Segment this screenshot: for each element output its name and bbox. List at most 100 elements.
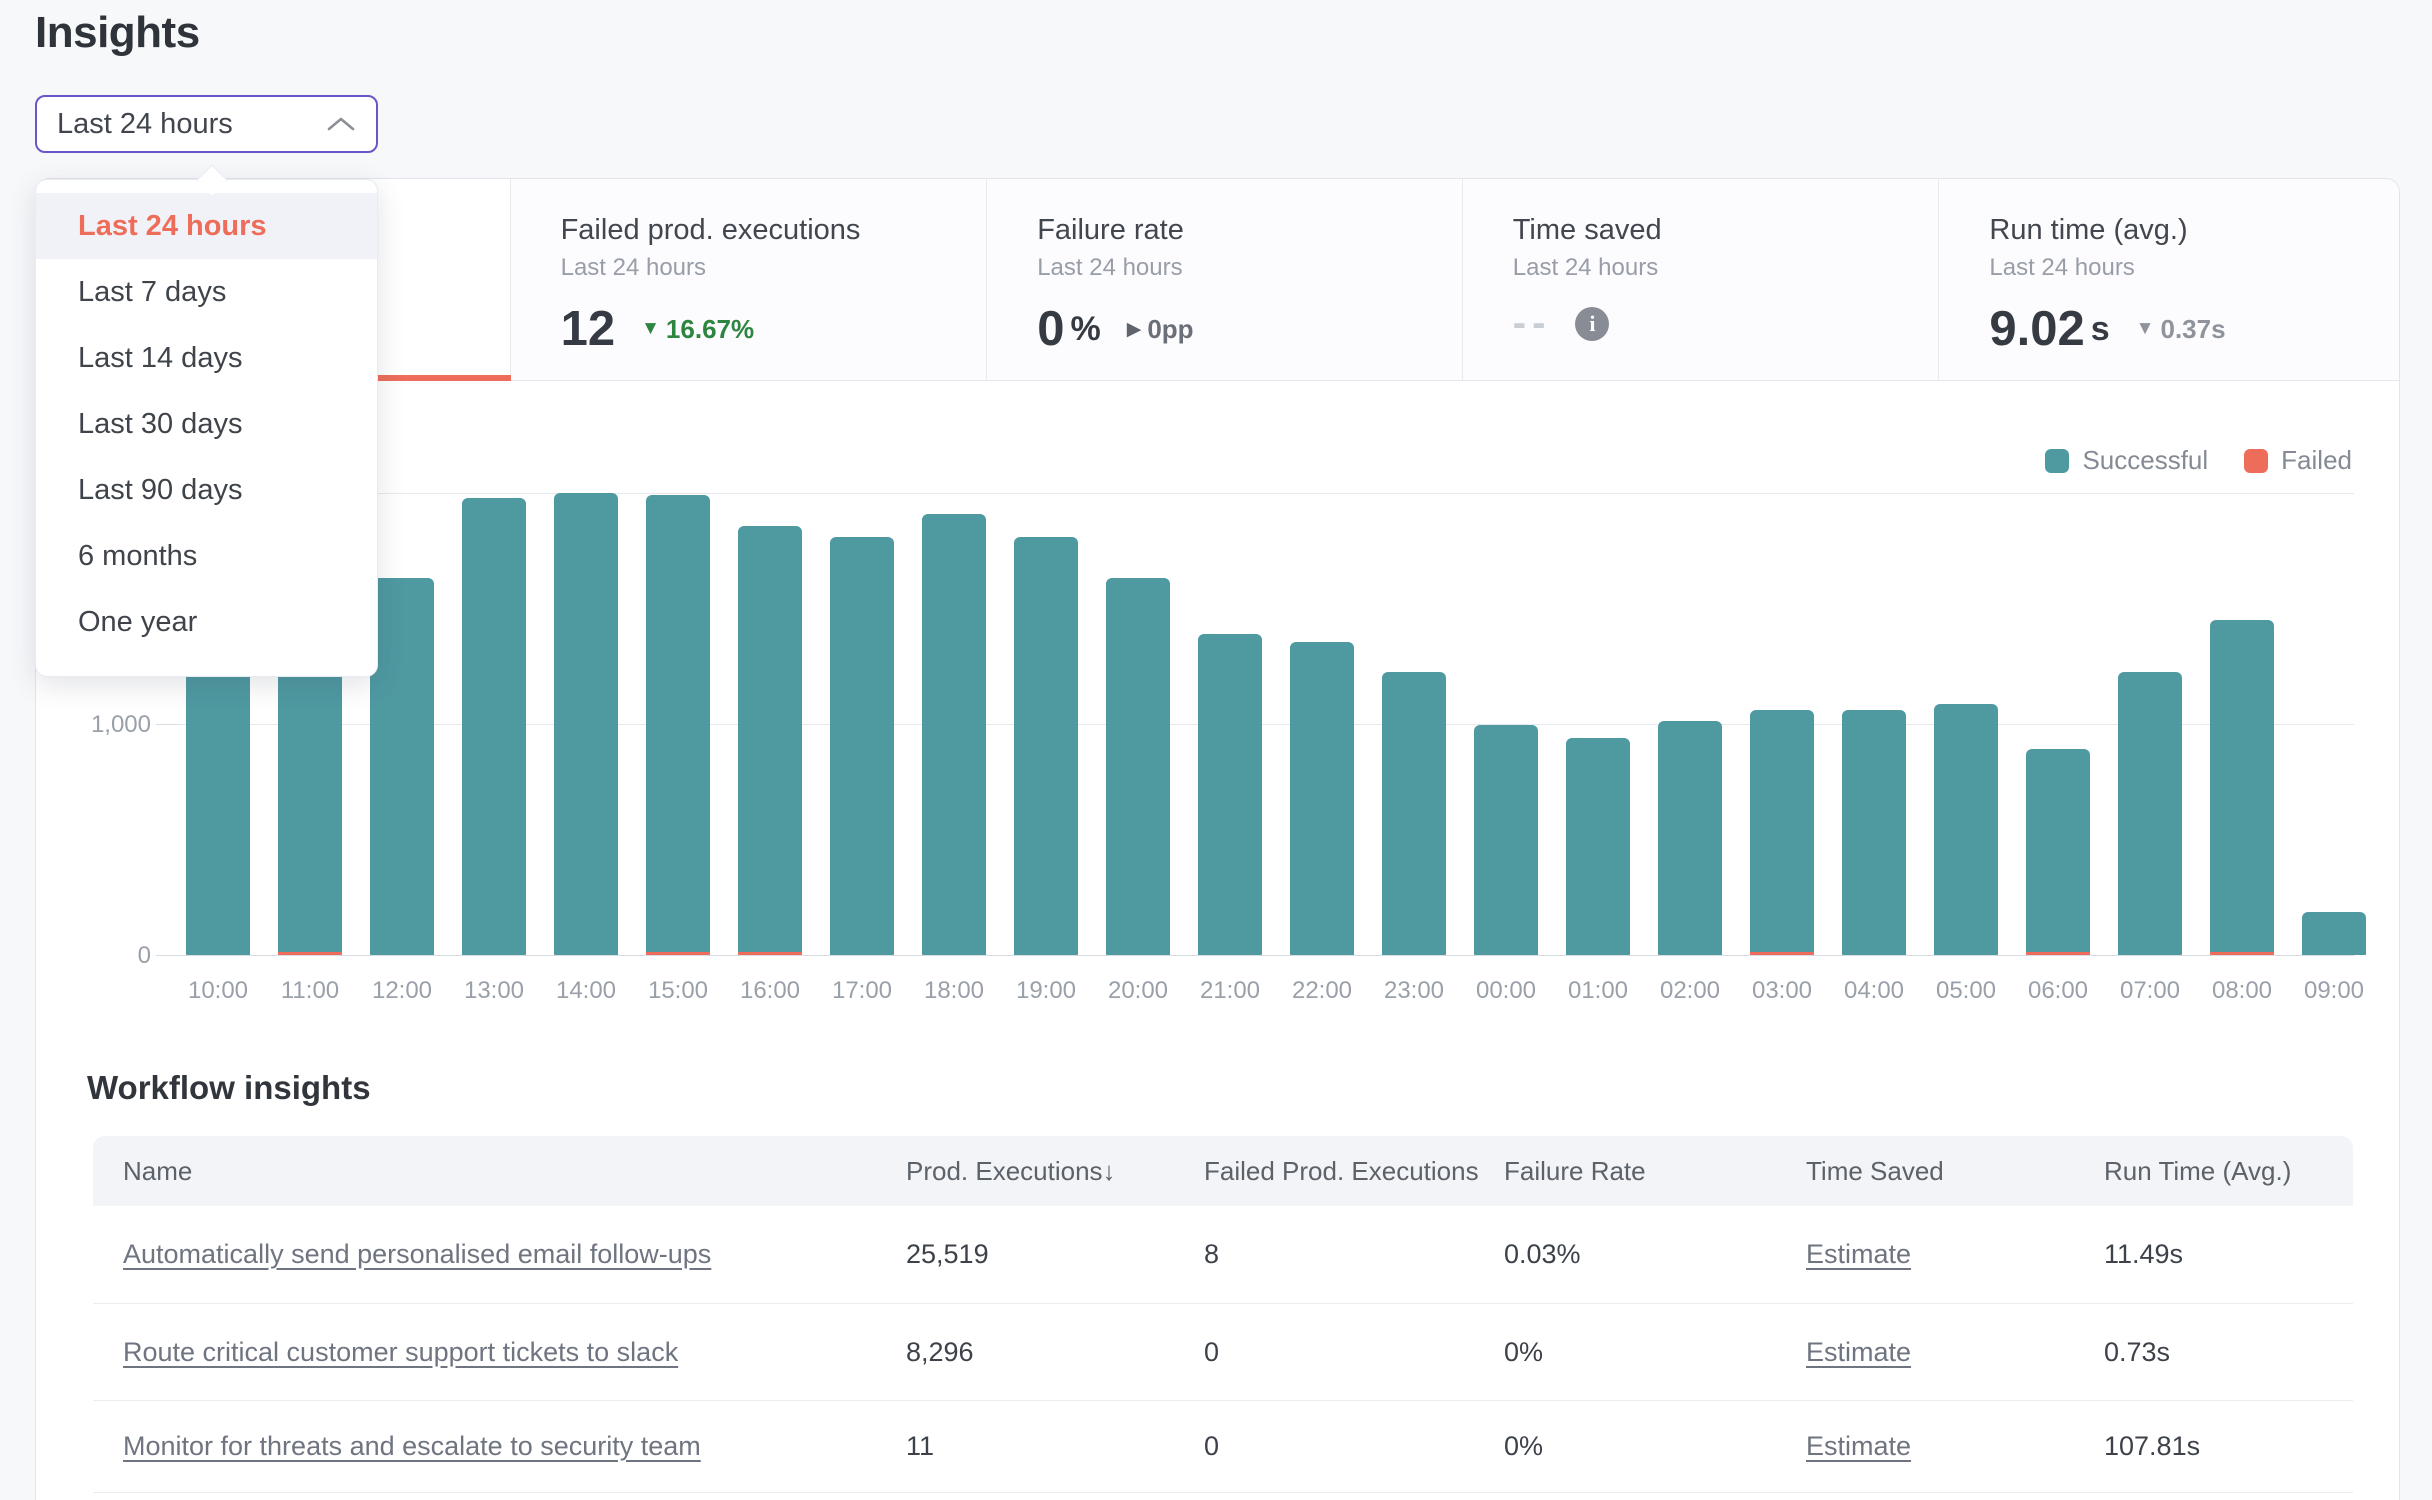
x-axis-label: 04:00 [1844, 977, 1904, 1005]
estimate-link[interactable]: Estimate [1806, 1239, 1911, 1269]
summary-tabs: Failed prod. executionsLast 24 hours12▼1… [36, 179, 2399, 381]
summary-tab-subtitle: Last 24 hours [1037, 251, 1462, 285]
chart-bar[interactable] [1106, 578, 1170, 955]
x-axis-label: 15:00 [648, 977, 708, 1005]
legend-swatch [2244, 449, 2268, 473]
cell-name: Automatically send personalised email fo… [123, 1239, 711, 1270]
chart-bar-failed-segment [278, 952, 342, 955]
cell-time-saved: Estimate [1806, 1239, 1911, 1270]
chart-bar[interactable] [1014, 537, 1078, 955]
workflow-link[interactable]: Automatically send personalised email fo… [123, 1239, 711, 1269]
legend-item-failed[interactable]: Failed [2244, 445, 2352, 476]
time-range-select[interactable]: Last 24 hours [35, 95, 378, 153]
chart-bar[interactable] [462, 498, 526, 955]
column-header-time-saved[interactable]: Time Saved [1806, 1156, 1944, 1187]
chart-bar[interactable] [2026, 749, 2090, 955]
workflow-link[interactable]: Monitor for threats and escalate to secu… [123, 1431, 701, 1461]
x-axis-label: 18:00 [924, 977, 984, 1005]
chart-bar[interactable] [922, 514, 986, 955]
menu-item-last-90-days[interactable]: Last 90 days [36, 457, 377, 523]
summary-tab-run-time-avg[interactable]: Run time (avg.)Last 24 hours9.02s▼0.37s [1939, 179, 2399, 380]
cell-failed-prod-executions: 0 [1204, 1431, 1219, 1462]
cell-failure-rate: 0.03% [1504, 1239, 1581, 1270]
chart-bar[interactable] [1842, 710, 1906, 955]
chart-legend: Successful Failed [2045, 445, 2352, 476]
estimate-link[interactable]: Estimate [1806, 1431, 1911, 1461]
chart-bar[interactable] [370, 578, 434, 955]
chart-bar[interactable] [2118, 672, 2182, 955]
x-axis-label: 21:00 [1200, 977, 1260, 1005]
chart-bar[interactable] [1750, 710, 1814, 955]
summary-tab-subtitle: Last 24 hours [561, 251, 987, 285]
gridline [158, 955, 2354, 956]
x-axis-label: 10:00 [188, 977, 248, 1005]
summary-tab-subtitle: Last 24 hours [1989, 251, 2399, 285]
summary-tab-title: Run time (avg.) [1989, 209, 2399, 251]
summary-tab-value: 9.02 [1989, 301, 2084, 357]
chart-bar[interactable] [1382, 672, 1446, 955]
x-axis-label: 01:00 [1568, 977, 1628, 1005]
legend-label: Successful [2082, 445, 2208, 476]
x-axis-label: 19:00 [1016, 977, 1076, 1005]
chart-bar[interactable] [1290, 642, 1354, 955]
table-row: Automatically send personalised email fo… [93, 1206, 2353, 1304]
cell-failure-rate: 0% [1504, 1431, 1543, 1462]
menu-item-6-months[interactable]: 6 months [36, 523, 377, 589]
chart-bar-failed-segment [2210, 952, 2274, 955]
cell-prod-executions: 8,296 [906, 1337, 974, 1368]
summary-tab-title: Failure rate [1037, 209, 1462, 251]
workflow-insights-table: Name Prod. Executions↓ Failed Prod. Execut… [93, 1136, 2353, 1493]
summary-tab-delta: ▶0pp [1127, 314, 1194, 345]
y-axis-label: 1,000 [91, 711, 151, 739]
chart-bar[interactable] [1658, 721, 1722, 955]
chart-bar[interactable] [2302, 912, 2366, 955]
summary-tab-time-saved[interactable]: Time savedLast 24 hours--i [1463, 179, 1940, 380]
chart-bar[interactable] [1198, 634, 1262, 955]
chart-bar[interactable] [830, 537, 894, 955]
cell-failed-prod-executions: 8 [1204, 1239, 1219, 1270]
x-axis-label: 00:00 [1476, 977, 1536, 1005]
gridline [158, 493, 2354, 494]
triangle-down-icon: ▼ [641, 318, 660, 340]
column-header-failed-prod-executions[interactable]: Failed Prod. Executions [1204, 1156, 1479, 1187]
summary-tab-failed-prod-executions[interactable]: Failed prod. executionsLast 24 hours 12 ▼ 1… [511, 179, 988, 380]
x-axis-label: 12:00 [372, 977, 432, 1005]
chart-bar[interactable] [1934, 704, 1998, 955]
chart-bar-failed-segment [2026, 952, 2090, 955]
summary-tab-delta: ▼ 16.67% [641, 314, 754, 345]
estimate-link[interactable]: Estimate [1806, 1337, 1911, 1367]
x-axis-label: 09:00 [2304, 977, 2364, 1005]
workflow-link[interactable]: Route critical customer support tickets … [123, 1337, 678, 1367]
menu-item-last-24-hours[interactable]: Last 24 hours [36, 193, 377, 259]
summary-tab-value: 12 [561, 301, 616, 357]
chart-bar[interactable] [554, 493, 618, 955]
chart-bar[interactable] [1566, 738, 1630, 955]
x-axis-label: 08:00 [2212, 977, 2272, 1005]
x-axis-label: 11:00 [281, 977, 339, 1005]
info-icon[interactable]: i [1575, 307, 1609, 341]
column-header-failure-rate[interactable]: Failure Rate [1504, 1156, 1646, 1187]
legend-item-successful[interactable]: Successful [2045, 445, 2208, 476]
x-axis-label: 14:00 [556, 977, 616, 1005]
x-axis-label: 05:00 [1936, 977, 1996, 1005]
x-axis-label: 07:00 [2120, 977, 2180, 1005]
y-axis-tick [156, 955, 179, 956]
summary-tab-value-unit: % [1070, 310, 1100, 349]
chart-bar[interactable] [738, 526, 802, 955]
cell-run-time: 107.81s [2104, 1431, 2200, 1462]
summary-tab-title: Failed prod. executions [561, 209, 987, 251]
chart-bar[interactable] [1474, 725, 1538, 955]
menu-item-last-7-days[interactable]: Last 7 days [36, 259, 377, 325]
column-header-prod-executions[interactable]: Prod. Executions↓ [906, 1156, 1116, 1187]
menu-item-last-14-days[interactable]: Last 14 days [36, 325, 377, 391]
menu-item-one-year[interactable]: One year [36, 589, 377, 655]
chart-bar[interactable] [646, 495, 710, 955]
menu-item-last-30-days[interactable]: Last 30 days [36, 391, 377, 457]
summary-tab-delta-text: 16.67% [666, 314, 754, 345]
chart-bar[interactable] [2210, 620, 2274, 955]
summary-tab-failure-rate[interactable]: Failure rateLast 24 hours0%▶0pp [987, 179, 1463, 380]
x-axis-label: 06:00 [2028, 977, 2088, 1005]
cell-time-saved: Estimate [1806, 1431, 1911, 1462]
column-header-run-time-avg[interactable]: Run Time (Avg.) [2104, 1156, 2291, 1187]
column-header-name[interactable]: Name [123, 1156, 192, 1187]
